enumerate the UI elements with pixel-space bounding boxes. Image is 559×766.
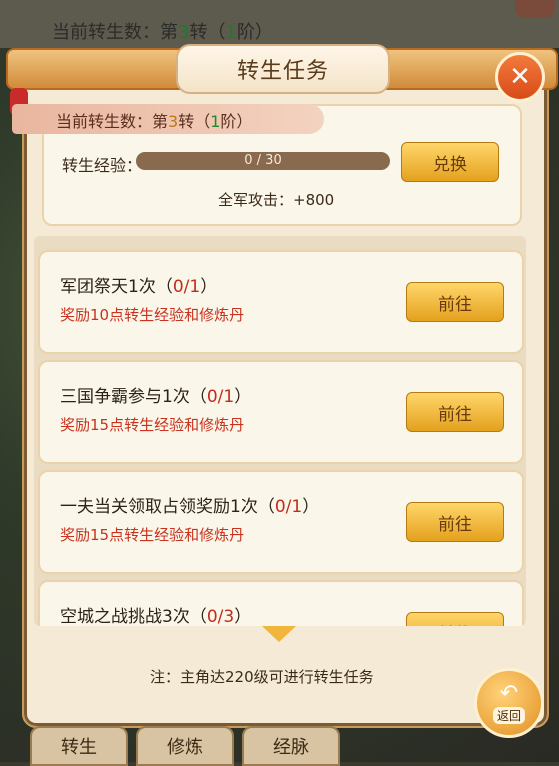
go-button[interactable]: 前往 [406,502,504,542]
task-row: 军团祭天1次（0/1） 奖励10点转生经验和修炼丹 前往 [38,250,524,354]
exchange-button[interactable]: 兑换 [401,142,499,182]
go-button[interactable]: 前往 [406,612,504,626]
exp-label: 转生经验： [62,156,143,175]
current-rebirth-count: 当前转生数：第3转（1阶） [56,112,253,131]
task-title: 军团祭天1次（0/1） [60,277,218,297]
go-button[interactable]: 前往 [406,392,504,432]
task-row: 三国争霸参与1次（0/1） 奖励15点转生经验和修炼丹 前往 [38,360,524,464]
background-corner-decoration [515,0,555,18]
exp-progress-bar: 0 / 30 [136,152,390,170]
return-arrow-icon: ↶ [499,680,519,706]
background-rebirth-status: 当前转生数：第3转（1阶） [52,22,273,43]
dialog-title: 转生任务 [176,44,390,94]
task-row: 空城之战挑战3次（0/3） 前往 [38,580,524,626]
task-reward: 奖励15点转生经验和修炼丹 [60,416,245,434]
task-list[interactable]: 军团祭天1次（0/1） 奖励10点转生经验和修炼丹 前往 三国争霸参与1次（0/… [34,236,526,626]
back-button[interactable]: ↶ 返回 [474,668,544,738]
tab-cultivation[interactable]: 修炼 [136,726,234,766]
close-button[interactable]: ✕ [495,52,545,102]
task-row: 一夫当关领取占领奖励1次（0/1） 奖励15点转生经验和修炼丹 前往 [38,470,524,574]
task-title: 空城之战挑战3次（0/3） [60,607,252,626]
tab-rebirth[interactable]: 转生 [30,726,128,766]
attack-bonus: 全军攻击：+800 [218,191,335,209]
task-title: 一夫当关领取占领奖励1次（0/1） [60,497,320,517]
task-reward: 奖励15点转生经验和修炼丹 [60,526,245,544]
exp-progress-text: 0 / 30 [244,153,282,168]
back-label: 返回 [492,706,525,724]
go-button[interactable]: 前往 [406,282,504,322]
task-title: 三国争霸参与1次（0/1） [60,387,252,407]
close-icon: ✕ [509,62,531,92]
tab-meridians[interactable]: 经脉 [242,726,340,766]
task-reward: 奖励10点转生经验和修炼丹 [60,306,245,324]
scroll-down-arrow-icon[interactable] [262,626,296,642]
requirement-note: 注：主角达220级可进行转生任务 [150,668,374,686]
